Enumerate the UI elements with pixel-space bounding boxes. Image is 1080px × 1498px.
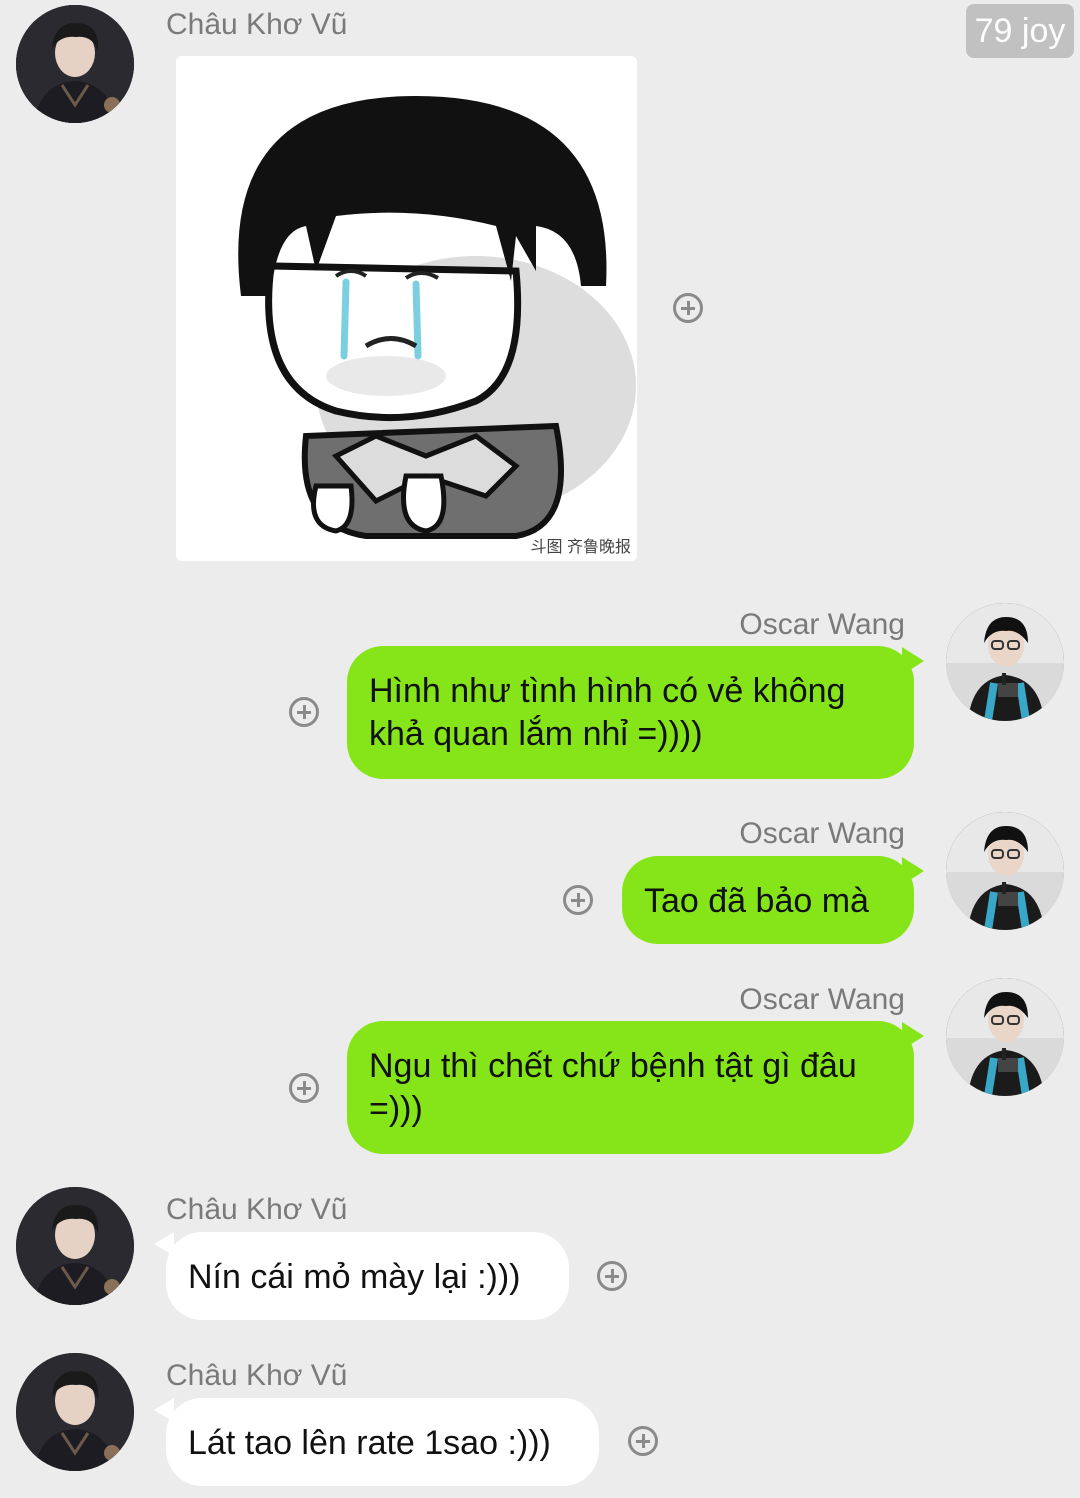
- bubble-tail: [902, 857, 924, 885]
- sender-name: Châu Khơ Vũ: [166, 8, 348, 41]
- message-text-line: Ngu thì chết chứ bệnh tật gì đâu: [369, 1047, 857, 1085]
- avatar-oscar-wang[interactable]: [946, 603, 1064, 721]
- add-circle-icon[interactable]: [563, 885, 593, 915]
- message-text-line: Tao đã bảo mà: [644, 882, 869, 920]
- message-bubble[interactable]: Nín cái mỏ mày lại :))): [166, 1232, 569, 1320]
- message-bubble[interactable]: Hình như tình hình có vẻ không khả quan …: [347, 646, 914, 779]
- message-bubble[interactable]: Tao đã bảo mà: [622, 856, 914, 944]
- avatar-image: [946, 603, 1064, 721]
- avatar-chau-kho-vu[interactable]: [16, 1353, 134, 1471]
- status-badge: 79 joy: [966, 4, 1074, 58]
- sender-name: Oscar Wang: [739, 817, 905, 850]
- add-circle-icon[interactable]: [289, 697, 319, 727]
- avatar-image: [16, 5, 134, 123]
- add-circle-icon[interactable]: [673, 293, 703, 323]
- bubble-tail: [902, 647, 924, 675]
- message-text-line: Lát tao lên rate 1sao :))): [188, 1424, 551, 1462]
- avatar-image: [16, 1353, 134, 1471]
- sticker-watermark: 斗图 齐鲁晚报: [530, 539, 631, 556]
- add-circle-icon[interactable]: [597, 1261, 627, 1291]
- message-text-line: Hình như tình hình có vẻ không: [369, 672, 846, 710]
- sender-name: Oscar Wang: [739, 608, 905, 641]
- avatar-oscar-wang[interactable]: [946, 812, 1064, 930]
- sender-name: Châu Khơ Vũ: [166, 1193, 348, 1226]
- sticker-image[interactable]: 斗图 齐鲁晚报: [176, 56, 637, 561]
- message-text-line: Nín cái mỏ mày lại :))): [188, 1258, 521, 1296]
- avatar-oscar-wang[interactable]: [946, 978, 1064, 1096]
- avatar-image: [16, 1187, 134, 1305]
- bubble-tail: [902, 1022, 924, 1050]
- sender-name: Châu Khơ Vũ: [166, 1359, 348, 1392]
- message-text-line: khả quan lắm nhỉ =)))): [369, 715, 703, 753]
- message-bubble[interactable]: Lát tao lên rate 1sao :))): [166, 1398, 599, 1486]
- message-bubble[interactable]: Ngu thì chết chứ bệnh tật gì đâu =))): [347, 1021, 914, 1154]
- message-text-line: =))): [369, 1090, 423, 1128]
- add-circle-icon[interactable]: [628, 1426, 658, 1456]
- crying-mushroom-hair-kid-icon: [176, 56, 637, 561]
- avatar-chau-kho-vu[interactable]: [16, 1187, 134, 1305]
- sender-name: Oscar Wang: [739, 983, 905, 1016]
- avatar-image: [946, 978, 1064, 1096]
- avatar-chau-kho-vu[interactable]: [16, 5, 134, 123]
- avatar-image: [946, 812, 1064, 930]
- add-circle-icon[interactable]: [289, 1073, 319, 1103]
